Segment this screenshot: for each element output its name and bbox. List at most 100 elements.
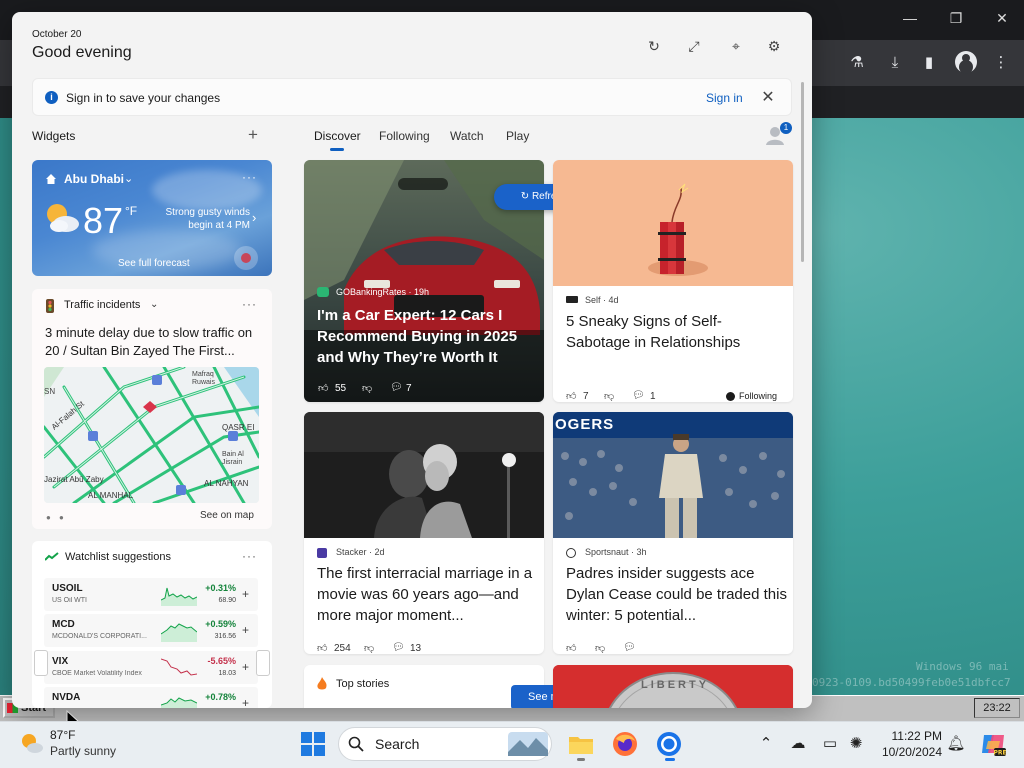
more-options-icon[interactable]: ··· (242, 297, 257, 311)
tab-play[interactable]: Play (506, 129, 529, 143)
stock-row[interactable]: VIX CBOE Market Volatility Index -5.65% … (44, 651, 258, 684)
minimize-icon[interactable]: — (898, 10, 922, 26)
dislike-icon[interactable]: 👎︎ (364, 642, 374, 654)
source-name: Sportsnaut (585, 547, 629, 557)
add-to-watchlist-icon[interactable]: + (242, 660, 249, 674)
taskbar-search-label: Search (375, 736, 420, 752)
signin-button[interactable]: Sign in (706, 91, 743, 105)
like-icon[interactable]: 👍︎ (317, 642, 327, 654)
carousel-dots[interactable] (398, 178, 448, 190)
file-explorer-icon[interactable] (566, 729, 596, 759)
expand-icon[interactable]: ⤢ (684, 36, 704, 56)
panel-greeting: Good evening (32, 44, 132, 61)
accessibility-icon[interactable]: ✺ (846, 734, 866, 754)
comment-icon[interactable]: 💬︎ (623, 642, 636, 653)
news-age: 19h (414, 287, 430, 297)
scrollbar[interactable] (801, 82, 804, 262)
see-full-forecast-link[interactable]: See full forecast (118, 258, 190, 269)
news-title[interactable]: I'm a Car Expert: 12 Cars I Recommend Bu… (317, 305, 532, 368)
stock-symbol: NVDA (52, 692, 81, 703)
see-on-map-link[interactable]: See on map (200, 510, 254, 521)
restore-icon[interactable]: ❐ (944, 10, 968, 27)
close-icon[interactable]: ✕ (760, 87, 776, 107)
taskbar-date[interactable]: 10/20/2024 (872, 745, 942, 759)
tab-discover[interactable]: Discover (314, 129, 361, 143)
watchlist-prev-button[interactable] (34, 650, 48, 676)
stock-row[interactable]: NVDA +0.78% + (44, 687, 258, 708)
like-icon[interactable]: 👍︎ (566, 390, 576, 402)
news-title[interactable]: The first interracial marriage in a movi… (317, 563, 539, 626)
comment-icon[interactable]: 💬︎ (632, 390, 645, 401)
labs-flask-icon[interactable]: ⚗ (846, 52, 868, 74)
stock-symbol: VIX (52, 656, 69, 667)
news-title[interactable]: 5 Sneaky Signs of Self-Sabotage in Relat… (566, 311, 781, 353)
chrome-icon[interactable] (654, 729, 684, 759)
network-icon[interactable]: ☁ (788, 734, 808, 754)
stock-row[interactable]: USOIL US Oil WTI +0.31% 68.90 + (44, 578, 258, 611)
running-indicator (665, 758, 675, 761)
pin-icon[interactable]: ⌖ (726, 36, 746, 56)
watchlist-next-button[interactable] (256, 650, 270, 676)
browser-menu-icon[interactable]: ⋮ (990, 52, 1012, 74)
stock-price: 68.90 (218, 597, 236, 604)
news-card[interactable]: Self · 4d 5 Sneaky Signs of Self-Sabotag… (553, 160, 793, 402)
traffic-widget[interactable]: Traffic incidents ⌄ ··· 3 minute delay d… (32, 289, 272, 529)
map-label: Mafraq Ruwais (192, 371, 215, 386)
news-age: 3h (636, 547, 647, 557)
taskbar-time[interactable]: 11:22 PM (880, 729, 942, 743)
news-card[interactable]: LIBERTY (553, 665, 793, 708)
news-title[interactable]: Padres insider suggests ace Dylan Cease … (566, 563, 788, 626)
traffic-map[interactable]: SN Mafraq Ruwais Al-Falah St QASR EI Bai… (44, 367, 259, 503)
stock-name: MCDONALD'S CORPORATI... (52, 633, 147, 640)
add-widget-button[interactable]: + (248, 125, 258, 145)
chevron-down-icon[interactable]: ⌄ (150, 299, 158, 310)
display-icon[interactable]: ▭ (820, 734, 840, 754)
dislike-icon[interactable]: 👎︎ (604, 390, 614, 402)
stock-change: +0.31% (205, 583, 236, 593)
chevron-down-icon[interactable]: ⌄ (124, 172, 133, 185)
copilot-icon[interactable]: PRE (980, 731, 1006, 757)
sparkline-chart (161, 697, 197, 708)
more-options-icon[interactable]: ··· (242, 549, 257, 563)
download-icon[interactable]: ⤓ (884, 52, 906, 74)
notification-bell-icon[interactable]: 🔔︎ (946, 734, 966, 754)
weather-location[interactable]: Abu Dhabi (64, 172, 124, 186)
windows-start-icon[interactable] (300, 731, 326, 757)
firefox-icon[interactable] (610, 729, 640, 759)
news-source: Sportsnaut · 3h (585, 547, 647, 557)
comment-icon[interactable]: 💬︎ (392, 642, 405, 653)
close-window-icon[interactable]: ✕ (990, 10, 1014, 27)
comment-icon[interactable]: 💬︎ (390, 382, 403, 393)
weather-widget[interactable]: Abu Dhabi ⌄ ··· 87 °F Strong gusty winds… (32, 160, 272, 276)
refresh-icon[interactable]: ↻ (644, 36, 664, 56)
chevron-up-icon[interactable]: ⌃ (756, 734, 776, 754)
following-badge[interactable]: Following (739, 391, 777, 401)
like-icon[interactable]: 👍︎ (318, 382, 328, 394)
image-banner-text: OGERS (555, 416, 615, 433)
carousel-dots[interactable]: ● ● (46, 513, 67, 522)
top-stories-card[interactable]: Top stories (304, 665, 544, 708)
tab-following[interactable]: Following (379, 129, 430, 143)
stock-row[interactable]: MCD MCDONALD'S CORPORATI... +0.59% 316.5… (44, 614, 258, 647)
sparkline-chart (161, 658, 197, 676)
like-count: 7 (583, 391, 589, 402)
dislike-icon[interactable]: 👎︎ (595, 642, 605, 654)
like-icon[interactable]: 👍︎ (566, 642, 576, 654)
settings-icon[interactable]: ⚙ (764, 36, 784, 56)
tab-watch[interactable]: Watch (450, 129, 484, 143)
news-age: 4d (608, 295, 619, 305)
terminal-text-line2: 0923-0109.bd50499feb0e51dbfcc7 (812, 676, 1011, 689)
add-to-watchlist-icon[interactable]: + (242, 623, 249, 637)
browser-profile-icon[interactable] (955, 51, 977, 73)
dislike-icon[interactable]: 👎︎ (362, 382, 372, 394)
more-options-icon[interactable]: ··· (242, 170, 257, 184)
chevron-right-icon[interactable]: › (252, 210, 256, 225)
news-card[interactable]: OGERS Sportsnaut · 3h Padres insider sug… (553, 412, 793, 654)
add-to-watchlist-icon[interactable]: + (242, 587, 249, 601)
side-panel-icon[interactable]: ▮ (918, 52, 940, 74)
news-card[interactable]: Stacker · 2d The first interracial marri… (304, 412, 544, 654)
watchlist-widget[interactable]: Watchlist suggestions ··· USOIL US Oil W… (32, 541, 272, 708)
map-label: Jazirat Abū Zaby (44, 475, 104, 484)
weather-map-icon[interactable] (234, 246, 258, 270)
add-to-watchlist-icon[interactable]: + (242, 696, 249, 708)
